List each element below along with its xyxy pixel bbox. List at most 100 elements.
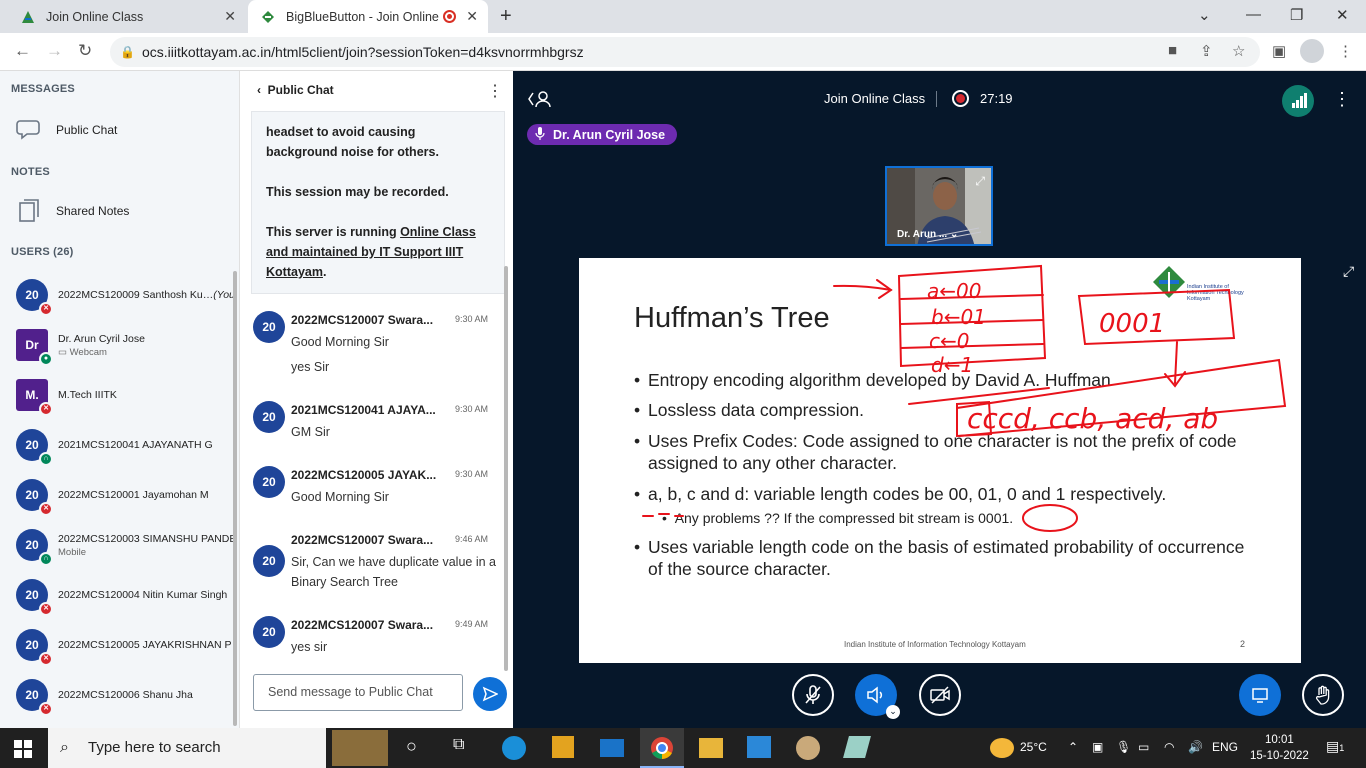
file-explorer-icon[interactable]: [699, 738, 723, 758]
windows-start-icon[interactable]: [14, 740, 32, 763]
user-list-item[interactable]: 20 ✕ 2022MCS120006 Shanu Jha: [16, 675, 234, 716]
user-list-item[interactable]: 20 ∩ 2021MCS120041 AJAYANATH G: [16, 425, 234, 466]
browser-menu-icon[interactable]: ⋮: [1338, 42, 1353, 60]
sidebar-item-public-chat[interactable]: Public Chat: [16, 117, 117, 143]
battery-icon[interactable]: ▭: [1138, 740, 1149, 754]
chat-message: 20 2021MCS120041 AJAYA... 9:30 AM GM Sir: [253, 401, 503, 446]
user-list-item[interactable]: M. ✕ M.Tech IIITK: [16, 375, 234, 416]
network-tray-icon[interactable]: ▣: [1092, 740, 1103, 754]
user-list-item[interactable]: 20 ∩ 2022MCS120003 SIMANSHU PANDEY Mobile: [16, 525, 234, 566]
minimize-button[interactable]: —: [1246, 6, 1261, 23]
user-list-scrollbar[interactable]: [233, 271, 237, 726]
user-status: Webcam: [69, 346, 107, 358]
store-icon[interactable]: [552, 736, 574, 758]
recording-indicator-icon[interactable]: [952, 90, 969, 107]
system-clock[interactable]: 10:01 15-10-2022: [1250, 732, 1309, 764]
cortana-icon[interactable]: ○: [406, 736, 432, 760]
edge-browser-icon[interactable]: [502, 736, 526, 760]
sidebar-item-shared-notes[interactable]: Shared Notes: [16, 198, 129, 224]
camera-blocked-icon[interactable]: ■: [1168, 42, 1177, 59]
chat-message-input[interactable]: Send message to Public Chat: [253, 674, 463, 711]
photos-icon[interactable]: [747, 736, 771, 758]
tab-search-icon[interactable]: ⌄: [1198, 6, 1211, 24]
search-placeholder: Type here to search: [88, 739, 221, 756]
window-close-button[interactable]: ✕: [1336, 6, 1349, 24]
tab-bigbluebutton[interactable]: BigBlueButton - Join Online ✕: [248, 0, 488, 33]
user-list-item[interactable]: 20 ✕ 2022MCS120005 JAYAKRISHNAN P: [16, 625, 234, 666]
chrome-taskbar-button[interactable]: [640, 728, 684, 768]
chevron-down-icon[interactable]: ⌄: [950, 229, 958, 240]
user-list-item[interactable]: 20 ✕ 2022MCS120001 Jayamohan M: [16, 475, 234, 516]
taskbar-search-box[interactable]: ⌕ Type here to search: [48, 728, 326, 768]
share-icon[interactable]: ⇪: [1200, 42, 1213, 60]
paint-icon[interactable]: [796, 736, 820, 760]
weather-temperature[interactable]: 25°C: [1020, 740, 1047, 754]
leave-audio-button[interactable]: ⌄: [855, 674, 900, 719]
url-field[interactable]: 🔒 ocs.iiitkottayam.ac.in/html5client/joi…: [110, 37, 1260, 67]
avatar: 20: [253, 466, 285, 498]
public-chat-label: Public Chat: [56, 123, 118, 137]
muted-mic-icon: ✕: [39, 602, 53, 616]
chat-header[interactable]: ‹ Public Chat: [257, 83, 334, 97]
expand-video-icon[interactable]: ⤢: [975, 174, 985, 189]
microphone-icon: [535, 126, 545, 143]
profile-avatar-icon[interactable]: [1300, 39, 1324, 63]
chat-scrollbar[interactable]: [504, 266, 508, 671]
user-list-item[interactable]: Dr ● Dr. Arun Cyril Jose ▭ Webcam: [16, 325, 234, 366]
message-text: GM Sir: [291, 425, 330, 439]
avatar: Dr ●: [16, 329, 53, 366]
welcome-message: headset to avoid causing background nois…: [251, 111, 505, 294]
input-language[interactable]: ENG: [1212, 740, 1238, 754]
user-list-item[interactable]: 20✕ 2022MCS120009 Santhosh Ku…(You): [16, 275, 234, 316]
side-panel-icon[interactable]: ▣: [1272, 42, 1286, 60]
raise-hand-button[interactable]: [1302, 674, 1344, 716]
tray-chevron-up-icon[interactable]: ⌃: [1068, 740, 1078, 754]
message-author: 2022MCS120007 Swara...: [291, 313, 434, 327]
muted-mic-icon: ✕: [39, 502, 53, 516]
muted-microphone-icon: [805, 685, 821, 704]
presentation-slide[interactable]: Huffman’s Tree Indian Institute of Infor…: [579, 258, 1301, 663]
close-tab-icon[interactable]: ✕: [466, 8, 478, 25]
back-arrow-icon[interactable]: ←: [14, 41, 31, 61]
wifi-icon[interactable]: ◠: [1164, 740, 1174, 754]
unmute-button[interactable]: [792, 674, 834, 716]
user-name: 2022MCS120009 Santhosh Ku…: [58, 289, 214, 301]
mail-icon[interactable]: [600, 739, 624, 757]
task-view-icon[interactable]: ⧉: [453, 736, 479, 760]
toggle-user-list-button[interactable]: [527, 89, 553, 112]
talking-indicator[interactable]: Dr. Arun Cyril Jose: [527, 124, 678, 145]
annotation-text: b←01: [931, 305, 986, 329]
reload-icon[interactable]: ↻: [78, 41, 92, 61]
share-webcam-button[interactable]: [919, 674, 961, 716]
microphone-tray-icon[interactable]: 🎙: [1116, 740, 1131, 754]
weather-icon[interactable]: [990, 738, 1014, 758]
tab-join-online-class[interactable]: Join Online Class ✕: [8, 0, 246, 33]
webcam-video[interactable]: ⤢ Dr. Arun ... ⌄: [885, 166, 993, 246]
search-highlight-image[interactable]: [332, 730, 388, 766]
chat-options-icon[interactable]: ⋮: [487, 81, 503, 101]
forward-arrow-icon[interactable]: →: [46, 41, 63, 61]
notepad-icon[interactable]: [843, 736, 871, 758]
annotation-circle: [1022, 504, 1078, 532]
messages-heading: MESSAGES: [11, 83, 75, 95]
notes-heading: NOTES: [11, 166, 50, 178]
restore-button[interactable]: ❐: [1290, 6, 1303, 24]
audio-settings-chevron-icon[interactable]: ⌄: [886, 705, 900, 719]
chat-message: 20 2022MCS120005 JAYAK... 9:30 AM Good M…: [253, 466, 503, 511]
close-tab-icon[interactable]: ✕: [224, 8, 236, 25]
message-time: 9:46 AM: [455, 534, 489, 544]
meeting-options-icon[interactable]: ⋮: [1333, 89, 1351, 110]
minimize-presentation-button[interactable]: [1239, 674, 1281, 716]
notifications-icon[interactable]: ▤1: [1326, 738, 1344, 755]
connection-status-button[interactable]: [1282, 85, 1314, 117]
chevron-left-icon[interactable]: ‹: [257, 83, 261, 97]
volume-icon[interactable]: 🔊: [1188, 740, 1203, 754]
fullscreen-slide-icon[interactable]: ⤢: [1343, 263, 1354, 280]
bookmark-star-icon[interactable]: ☆: [1232, 42, 1245, 60]
chrome-icon: [651, 737, 673, 760]
new-tab-button[interactable]: +: [500, 5, 512, 28]
listen-only-icon: ∩: [39, 552, 53, 566]
user-list-item[interactable]: 20 ✕ 2022MCS120004 Nitin Kumar Singh: [16, 575, 234, 616]
chat-bubble-icon: [16, 117, 42, 143]
send-message-button[interactable]: [473, 677, 507, 711]
